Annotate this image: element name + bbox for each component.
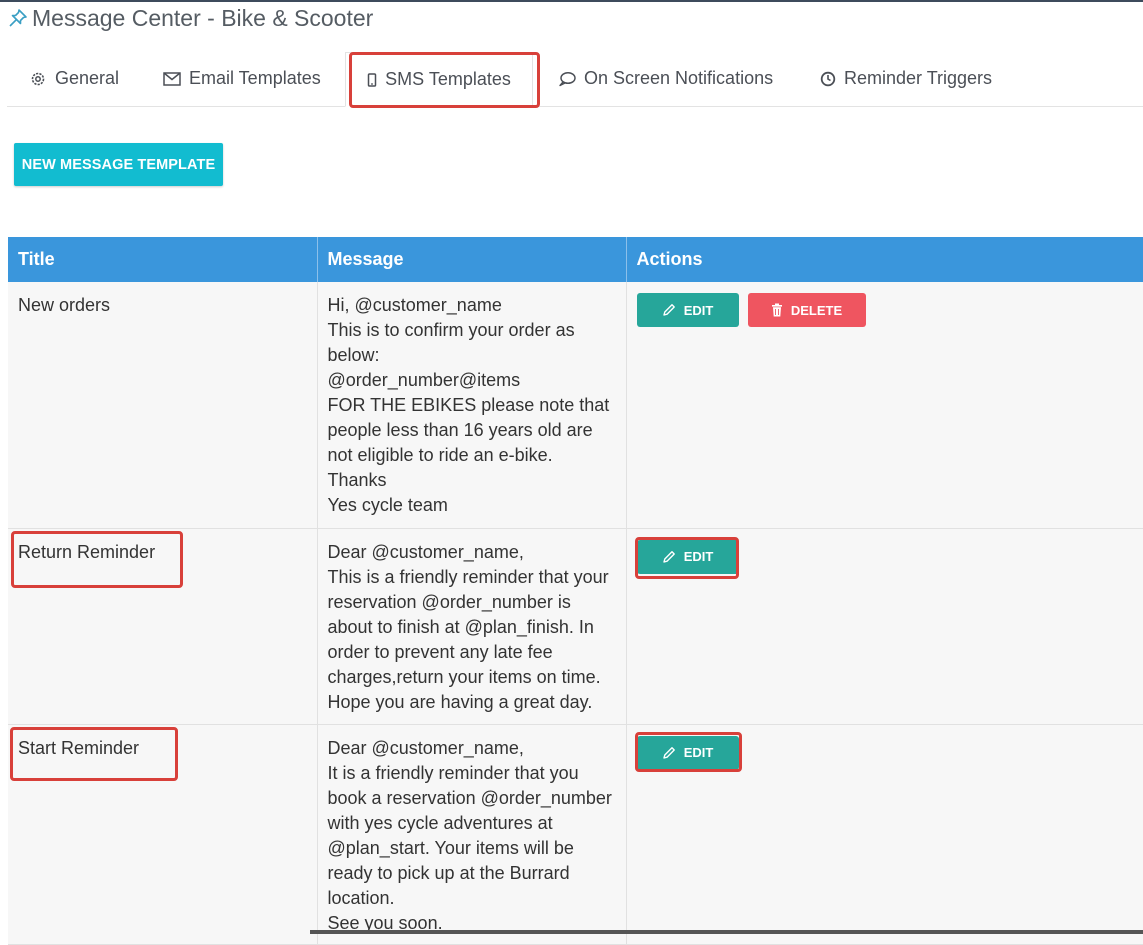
cell-title: New orders: [8, 282, 318, 529]
top-border: [0, 0, 1143, 2]
table-row: Return Reminder Dear @customer_name, Thi…: [8, 528, 1143, 725]
pencil-icon: [662, 304, 675, 316]
tab-email-templates[interactable]: Email Templates: [163, 52, 321, 105]
envelope-icon: [163, 71, 181, 86]
edit-button[interactable]: EDIT: [636, 539, 739, 574]
tab-label: SMS Templates: [385, 69, 511, 89]
message-line: Hi, @customer_name: [327, 295, 502, 315]
message-line: This is to confirm your order as below:: [327, 320, 575, 365]
tab-general[interactable]: General: [29, 52, 119, 105]
message-line: Hope you are having a great day.: [327, 691, 593, 712]
message-line: @order_number@items: [327, 370, 521, 390]
cell-actions: EDIT: [626, 528, 1143, 725]
table-header-row: Title Message Actions: [8, 237, 1143, 282]
new-message-template-button[interactable]: NEW MESSAGE TEMPLATE: [14, 143, 223, 186]
edit-label: EDIT: [683, 549, 714, 564]
cell-actions: EDIT: [626, 724, 1143, 945]
cell-title: Start Reminder: [8, 724, 318, 945]
tab-label: General: [55, 68, 120, 88]
column-header-message[interactable]: Message: [317, 237, 627, 282]
message-line: Thanks: [327, 470, 387, 490]
table-row: New orders Hi, @customer_name This is to…: [8, 282, 1143, 529]
mobile-icon: [367, 72, 377, 87]
delete-label: DELETE: [790, 302, 843, 318]
table-row: Start Reminder Dear @customer_name, It i…: [8, 724, 1143, 945]
tab-reminder-triggers[interactable]: Reminder Triggers: [820, 52, 992, 105]
tab-on-screen-notifications[interactable]: On Screen Notifications: [558, 52, 773, 105]
pencil-icon: [662, 746, 675, 759]
page-title: Message Center - Bike & Scooter: [32, 4, 374, 31]
templates-table: Title Message Actions New orders Hi, @cu…: [8, 237, 1143, 945]
cell-title: Return Reminder: [8, 528, 318, 725]
tab-bar: General Email Templates SMS Templates On…: [7, 52, 1143, 107]
tab-sms-templates[interactable]: SMS Templates: [345, 52, 533, 107]
edit-button[interactable]: EDIT: [636, 735, 739, 770]
cell-message: Dear @customer_name, This is a friendly …: [317, 528, 627, 725]
message-line: This is a friendly reminder that your re…: [327, 566, 609, 687]
tab-label: On Screen Notifications: [584, 68, 774, 88]
column-header-title[interactable]: Title: [8, 237, 318, 282]
page-header: Message Center - Bike & Scooter: [8, 4, 373, 32]
delete-button[interactable]: DELETE: [747, 293, 866, 327]
edit-button[interactable]: EDIT: [636, 293, 739, 327]
cell-message: Hi, @customer_name This is to confirm yo…: [317, 282, 627, 529]
speech-bubble-icon: [559, 71, 576, 86]
pencil-icon: [662, 550, 675, 563]
message-line: It is a friendly reminder that you book …: [327, 762, 612, 908]
edit-label: EDIT: [683, 745, 714, 760]
message-line: Yes cycle team: [327, 495, 448, 515]
gear-icon: [31, 72, 45, 85]
trash-icon: [771, 303, 782, 317]
tab-label: Email Templates: [189, 68, 321, 88]
cell-actions: EDIT DELETE: [626, 282, 1143, 529]
column-header-actions: Actions: [626, 237, 1143, 282]
cell-message: Dear @customer_name, It is a friendly re…: [317, 724, 627, 945]
edit-label: EDIT: [683, 302, 714, 318]
message-line: FOR THE EBIKES please note that people l…: [327, 395, 610, 465]
message-line: Dear @customer_name,: [327, 541, 524, 562]
clock-icon: [820, 71, 836, 86]
horizontal-scrollbar[interactable]: [310, 930, 1143, 934]
pin-icon[interactable]: [8, 8, 28, 28]
message-line: Dear @customer_name,: [327, 737, 524, 758]
tab-label: Reminder Triggers: [844, 68, 993, 88]
